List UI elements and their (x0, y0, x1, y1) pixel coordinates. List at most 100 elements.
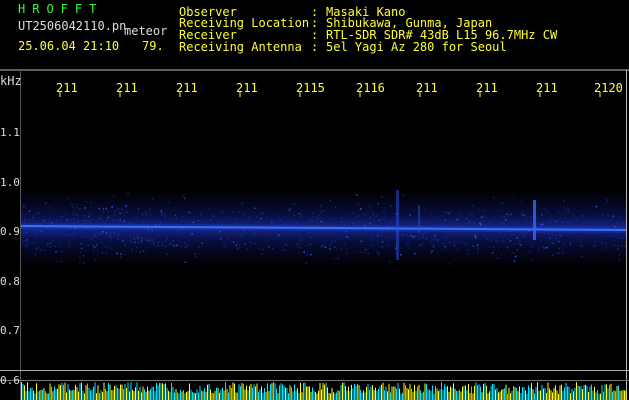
noise-dot (168, 243, 171, 245)
level-bar (111, 390, 112, 400)
level-bar (387, 391, 388, 400)
noise-dot (152, 241, 155, 243)
noise-dot (510, 234, 513, 236)
level-bar (355, 385, 357, 400)
noise-dot (518, 243, 520, 245)
noise-dot (122, 239, 124, 241)
noise-dot (35, 242, 37, 244)
level-bar (55, 389, 57, 400)
noise-dot (265, 234, 267, 236)
noise-dot (135, 250, 137, 253)
noise-dot (520, 244, 522, 246)
noise-dot (88, 215, 90, 218)
noise-dot (192, 221, 195, 224)
noise-dot (334, 246, 336, 248)
level-bar (333, 392, 334, 400)
level-bar (114, 386, 115, 400)
level-bar (588, 391, 589, 400)
noise-dot (522, 215, 524, 217)
noise-dot (509, 240, 512, 242)
noise-dot (25, 232, 27, 234)
info-label-antenna: Receiving Antenna (179, 40, 302, 54)
noise-dot (187, 231, 190, 233)
level-bar (124, 384, 126, 400)
noise-dot (109, 235, 112, 237)
noise-dot (598, 233, 600, 236)
noise-dot (582, 222, 584, 225)
level-bar (70, 390, 72, 400)
noise-dot (169, 218, 171, 220)
noise-dot (55, 233, 57, 235)
noise-dot (432, 244, 434, 246)
noise-dot (75, 214, 78, 217)
noise-dot (182, 195, 185, 197)
level-bar (334, 393, 336, 400)
noise-dot (563, 243, 565, 246)
level-bar (52, 391, 54, 400)
noise-dot (602, 224, 605, 226)
noise-dot (551, 242, 554, 244)
level-bar (154, 391, 156, 400)
level-bar (489, 391, 490, 400)
noise-dot (270, 220, 273, 223)
noise-dot (324, 246, 326, 248)
noise-dot (355, 216, 357, 218)
noise-dot (557, 252, 560, 254)
noise-dot (182, 216, 184, 218)
noise-dot (49, 242, 52, 244)
level-bar (138, 390, 139, 400)
level-bar (396, 388, 397, 400)
level-bar (97, 385, 99, 400)
noise-dot (72, 213, 74, 215)
noise-dot (94, 235, 97, 237)
level-bar (277, 393, 279, 400)
meteor-streak (418, 205, 420, 233)
noise-dot (92, 244, 94, 246)
noise-dot (518, 220, 520, 222)
level-bar (201, 390, 202, 400)
noise-dot (159, 230, 161, 232)
noise-dot (88, 236, 90, 239)
noise-dot (141, 213, 144, 216)
level-bar (424, 383, 426, 400)
noise-dot (320, 220, 323, 223)
noise-dot (343, 242, 345, 245)
level-bar (253, 384, 255, 400)
noise-dot (570, 221, 572, 223)
noise-dot (109, 232, 112, 235)
level-bar (597, 389, 598, 400)
noise-dot (571, 223, 573, 226)
noise-dot (502, 240, 505, 243)
y-tick-label: 1.1 (0, 126, 20, 139)
level-bar (115, 385, 117, 400)
level-bar (325, 382, 327, 400)
level-bar (31, 387, 33, 400)
level-bar (501, 389, 502, 400)
noise-dot (184, 261, 187, 263)
noise-dot (567, 207, 569, 209)
noise-dot (158, 241, 160, 243)
level-bar (259, 389, 261, 400)
level-bar (465, 385, 466, 400)
noise-dot (260, 217, 262, 220)
noise-dot (90, 201, 92, 204)
noise-dot (93, 246, 96, 248)
noise-dot (468, 220, 471, 222)
level-bar (550, 390, 552, 400)
level-bar (322, 383, 324, 400)
noise-dot (457, 241, 459, 244)
noise-dot (618, 258, 621, 261)
level-bar (409, 383, 411, 400)
noise-dot (86, 234, 89, 236)
level-bar (366, 386, 367, 400)
noise-dot (33, 229, 35, 231)
level-bar (604, 384, 606, 400)
noise-dot (304, 215, 307, 217)
noise-dot (414, 252, 416, 255)
level-bar (307, 386, 309, 400)
level-bar (213, 393, 214, 400)
level-bar (54, 386, 55, 400)
level-bar (532, 389, 534, 400)
level-bar (354, 384, 355, 400)
noise-dot (130, 240, 132, 242)
